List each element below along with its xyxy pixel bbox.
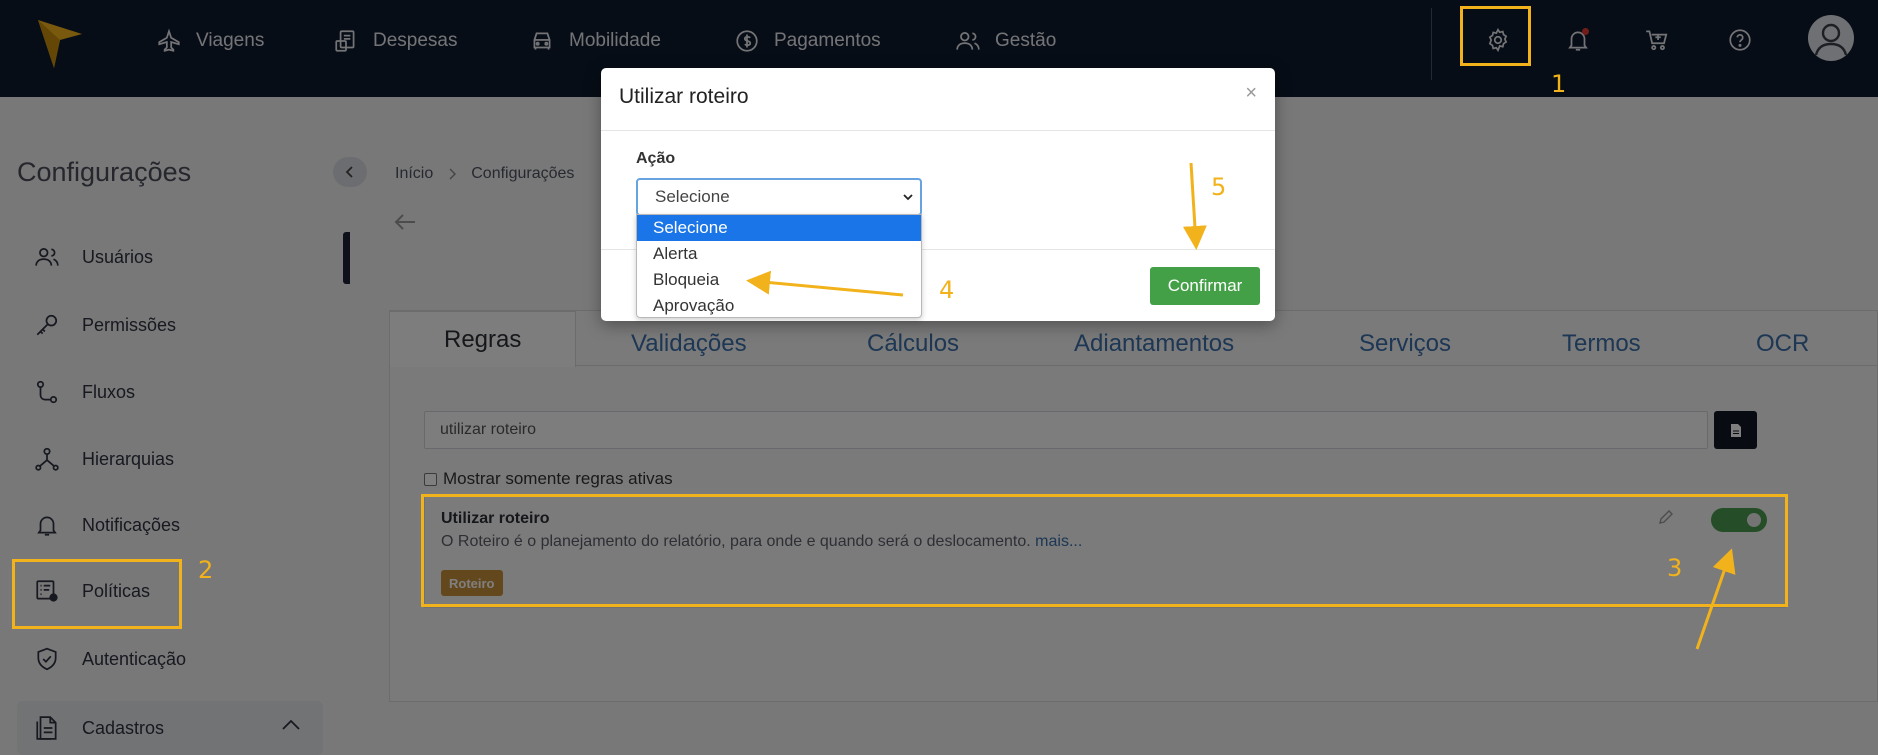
modal-title: Utilizar roteiro	[619, 85, 749, 108]
option-alerta[interactable]: Alerta	[637, 241, 921, 267]
modal-divider	[601, 130, 1275, 131]
action-label: Ação	[636, 150, 676, 167]
annotation-number: 2	[198, 556, 214, 584]
annotation-number: 3	[1667, 554, 1683, 582]
option-aprovacao[interactable]: Aprovação	[637, 293, 921, 319]
option-bloqueia[interactable]: Bloqueia	[637, 267, 921, 293]
chevron-down-icon	[903, 194, 913, 201]
use-itinerary-modal: Utilizar roteiro × Ação Selecione Confir…	[601, 68, 1275, 321]
annotation-number: 1	[1551, 70, 1567, 98]
option-selecione[interactable]: Selecione	[637, 215, 921, 241]
close-icon[interactable]: ×	[1245, 82, 1257, 105]
highlight-settings	[1460, 6, 1531, 66]
annotation-number: 4	[939, 276, 955, 304]
annotation-number: 5	[1211, 173, 1227, 201]
confirm-button[interactable]: Confirmar	[1150, 267, 1260, 305]
highlight-politicas	[12, 559, 182, 629]
highlight-rule	[421, 494, 1788, 607]
action-dropdown: Selecione Alerta Bloqueia Aprovação	[636, 214, 922, 318]
action-select-value: Selecione	[655, 187, 730, 206]
action-select[interactable]: Selecione	[636, 178, 922, 216]
